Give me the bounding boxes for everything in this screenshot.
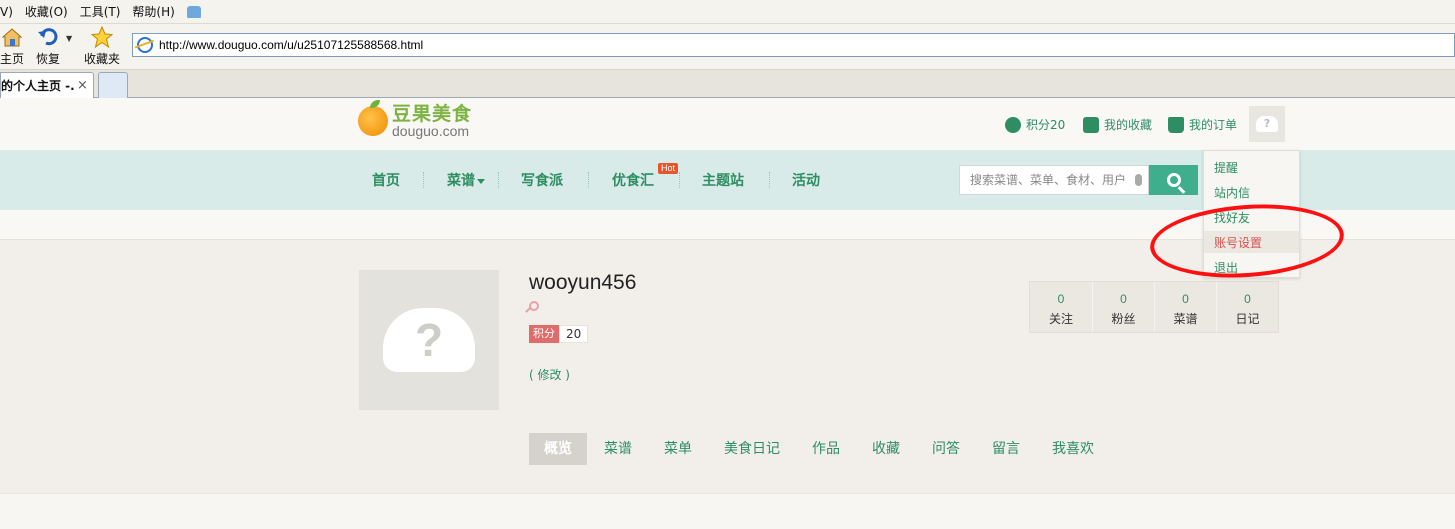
shopping-bag-icon — [1168, 116, 1184, 133]
dropdown-item-messages[interactable]: 站内信 — [1214, 184, 1250, 201]
nav-home[interactable]: 首页 — [372, 170, 400, 190]
logo-text-cn: 豆果美食 — [392, 103, 473, 125]
menu-help[interactable]: 帮助(H) — [132, 3, 174, 20]
search-box — [959, 165, 1149, 195]
coins-icon — [1005, 116, 1021, 133]
ie-icon — [137, 37, 153, 53]
nav-divider — [588, 172, 589, 188]
address-bar[interactable]: http://www.douguo.com/u/u25107125588568.… — [132, 33, 1455, 57]
tab-overview[interactable]: 概览 — [529, 433, 587, 465]
points-value: 20 — [559, 325, 589, 343]
stat-recipes[interactable]: 0 菜谱 — [1154, 282, 1216, 332]
nav-divider — [423, 172, 424, 188]
nav-xieshipai[interactable]: 写食派 — [521, 170, 563, 190]
restore-icon — [38, 28, 58, 46]
search-button[interactable] — [1149, 165, 1198, 195]
profile-username: wooyun456 — [529, 271, 637, 294]
stat-diaries[interactable]: 0 日记 — [1216, 282, 1278, 332]
user-avatar-button[interactable]: ? — [1249, 106, 1285, 142]
nav-divider — [498, 172, 499, 188]
new-tab-button[interactable] — [98, 72, 128, 98]
content-area — [0, 493, 1455, 529]
tab-close-icon[interactable]: × — [77, 78, 88, 93]
stat-following[interactable]: 0 关注 — [1030, 282, 1092, 332]
nav-events[interactable]: 活动 — [792, 170, 820, 190]
favorites-button[interactable]: 收藏夹 — [82, 26, 122, 67]
restore-dropdown-icon[interactable]: ▼ — [66, 34, 72, 43]
edit-profile-link[interactable]: ( 修改 ) — [529, 366, 570, 383]
search-input[interactable] — [970, 173, 1130, 187]
dropdown-item-reminders[interactable]: 提醒 — [1214, 159, 1238, 176]
stat-followers[interactable]: 0 粉丝 — [1092, 282, 1154, 332]
hot-badge: Hot — [658, 163, 679, 174]
browser-tab-active[interactable]: 的个人主页 -... × — [0, 72, 94, 98]
search-icon — [1166, 173, 1181, 187]
browser-menubar: V) 收藏(O) 工具(T) 帮助(H) — [0, 0, 1455, 24]
dropdown-item-find-friends[interactable]: 找好友 — [1214, 209, 1250, 226]
tab-likes[interactable]: 我喜欢 — [1037, 433, 1109, 465]
site-logo[interactable]: 豆果美食 douguo.com — [358, 100, 473, 139]
dropdown-item-logout[interactable]: 退出 — [1214, 259, 1238, 276]
profile-avatar[interactable]: ? — [359, 270, 499, 410]
tab-qa[interactable]: 问答 — [917, 433, 975, 465]
tab-messages[interactable]: 留言 — [977, 433, 1035, 465]
address-url: http://www.douguo.com/u/u25107125588568.… — [159, 38, 424, 52]
tab-title: 的个人主页 -... — [1, 79, 75, 93]
orders-link[interactable]: 我的订单 — [1168, 116, 1237, 133]
browser-tabbar: 的个人主页 -... × — [0, 70, 1455, 98]
points-tag: 积分 — [529, 325, 559, 343]
microphone-icon[interactable] — [1135, 174, 1142, 186]
tab-menus[interactable]: 菜单 — [649, 433, 707, 465]
chef-hat-placeholder-icon: ? — [383, 308, 475, 372]
menu-view[interactable]: V) — [0, 5, 13, 19]
star-icon — [91, 26, 113, 48]
shirt-icon[interactable] — [186, 5, 201, 18]
site-header: 豆果美食 douguo.com 积分20 我的收藏 我的订单 ? — [0, 98, 1455, 150]
profile-points: 积分 20 — [529, 325, 589, 343]
browser-toolbar: 主页 恢复 ▼ 收藏夹 http://www.douguo.com/u/u251… — [0, 24, 1455, 70]
female-gender-icon — [529, 301, 539, 311]
nav-youshihui[interactable]: 优食汇 — [612, 170, 654, 190]
nav-divider — [769, 172, 770, 188]
nav-divider — [679, 172, 680, 188]
tab-works[interactable]: 作品 — [797, 433, 855, 465]
profile-tabs: 概览 菜谱 菜单 美食日记 作品 收藏 问答 留言 我喜欢 — [529, 433, 1111, 465]
nav-recipes[interactable]: 菜谱 — [447, 170, 485, 190]
chevron-down-icon — [477, 178, 485, 184]
user-dropdown-menu: 提醒 站内信 找好友 账号设置 退出 — [1203, 150, 1300, 278]
points-link[interactable]: 积分20 — [1005, 116, 1065, 133]
dropdown-item-account-settings[interactable]: 账号设置 — [1214, 234, 1262, 251]
profile-stats: 0 关注 0 粉丝 0 菜谱 0 日记 — [1029, 281, 1279, 333]
star-badge-icon — [1083, 116, 1099, 133]
tab-collections[interactable]: 收藏 — [857, 433, 915, 465]
menu-favorites[interactable]: 收藏(O) — [25, 3, 68, 20]
chef-hat-icon: ? — [1256, 116, 1278, 132]
logo-text-en: douguo.com — [392, 123, 470, 139]
tab-food-diary[interactable]: 美食日记 — [709, 433, 795, 465]
menu-tools[interactable]: 工具(T) — [80, 3, 121, 20]
tab-recipes[interactable]: 菜谱 — [589, 433, 647, 465]
home-icon — [1, 28, 23, 47]
restore-button[interactable]: 恢复 — [28, 26, 68, 67]
nav-theme-site[interactable]: 主题站 — [702, 170, 744, 190]
favorites-link[interactable]: 我的收藏 — [1083, 116, 1152, 133]
douguo-logo-icon — [358, 100, 388, 136]
